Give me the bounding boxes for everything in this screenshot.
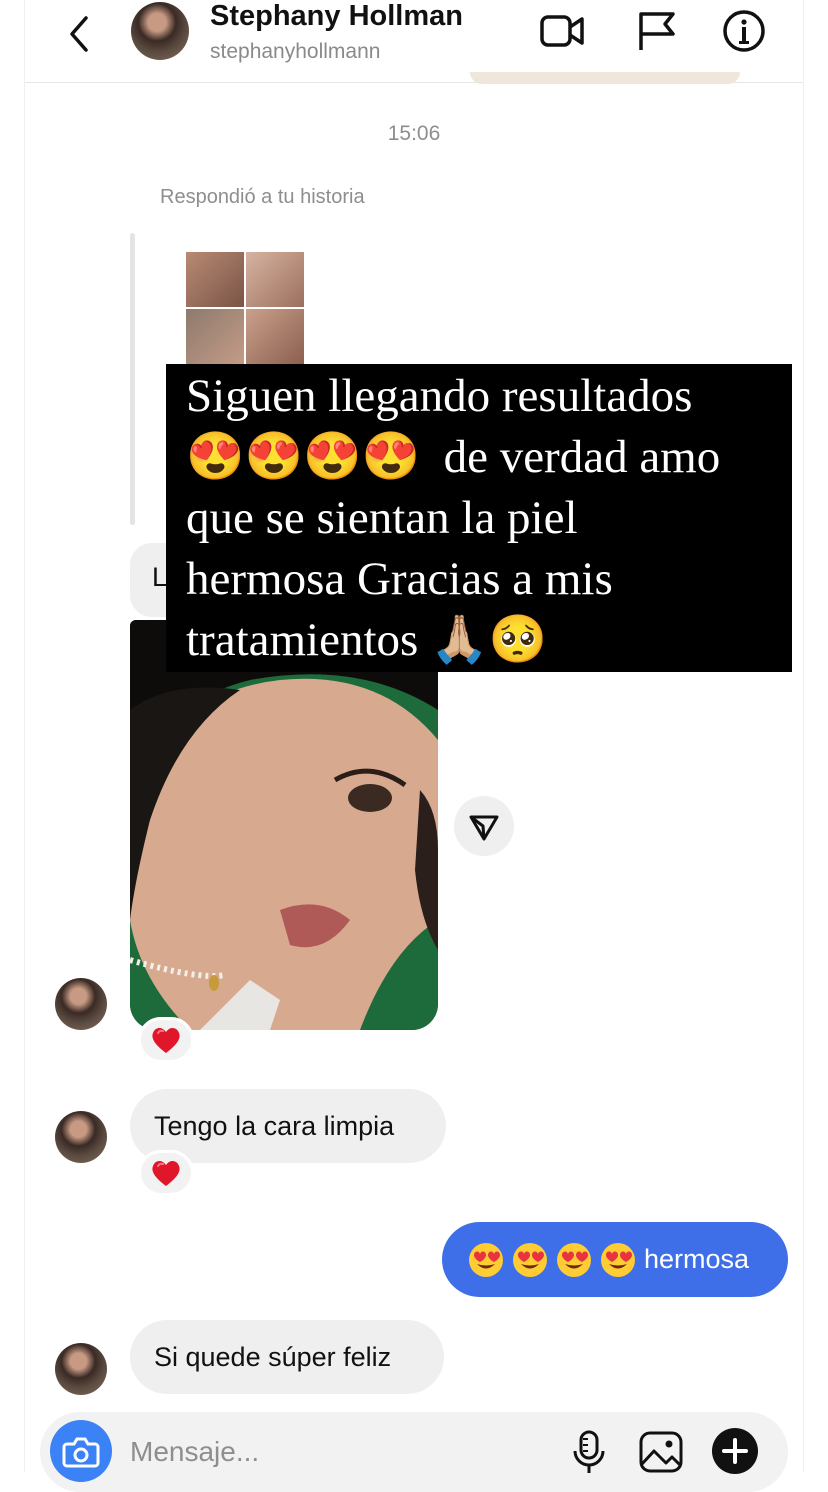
heart-eyes-emoji-icon [556, 1242, 592, 1278]
microphone-icon[interactable] [564, 1426, 614, 1476]
previous-message-edge [470, 72, 740, 84]
contact-username[interactable]: stephanyhollmann [210, 40, 380, 64]
story-caption-overlay: Siguen llegando resultados 😍😍😍😍 de verda… [166, 364, 792, 672]
heart-icon [150, 1024, 182, 1056]
flag-icon[interactable] [633, 8, 681, 54]
story-thumbnail[interactable] [186, 252, 304, 364]
message-timestamp: 15:06 [387, 122, 441, 145]
gallery-icon[interactable] [636, 1426, 686, 1476]
story-reply-label: Respondió a tu historia [160, 186, 365, 208]
partial-message-text: L [152, 562, 168, 592]
heart-eyes-emoji-icon [468, 1242, 504, 1278]
video-call-icon[interactable] [538, 8, 586, 54]
heart-reaction[interactable] [138, 1150, 194, 1196]
photo-message[interactable] [130, 620, 438, 1030]
share-button[interactable] [454, 796, 514, 856]
sender-avatar[interactable] [55, 1343, 107, 1395]
sender-avatar[interactable] [55, 1111, 107, 1163]
sender-avatar[interactable] [55, 978, 107, 1030]
heart-icon [150, 1157, 182, 1189]
contact-name[interactable]: Stephany Hollman [210, 0, 463, 33]
outgoing-message-bubble[interactable]: hermosa [442, 1222, 788, 1297]
heart-eyes-emoji-icon [512, 1242, 548, 1278]
send-icon [469, 815, 499, 841]
heart-eyes-emoji-icon [600, 1242, 636, 1278]
photo-image [130, 620, 438, 1030]
info-icon[interactable] [720, 8, 768, 54]
message-input[interactable] [130, 1432, 550, 1472]
incoming-message-bubble[interactable]: Si quede súper feliz [130, 1320, 444, 1394]
back-arrow-icon[interactable] [60, 8, 100, 54]
add-icon[interactable] [710, 1426, 760, 1476]
camera-icon [62, 1437, 100, 1468]
outgoing-message-text: hermosa [644, 1244, 750, 1274]
camera-button[interactable] [50, 1420, 112, 1482]
story-reply-bar [130, 233, 135, 525]
heart-reaction[interactable] [138, 1017, 194, 1063]
profile-avatar[interactable] [131, 2, 189, 60]
